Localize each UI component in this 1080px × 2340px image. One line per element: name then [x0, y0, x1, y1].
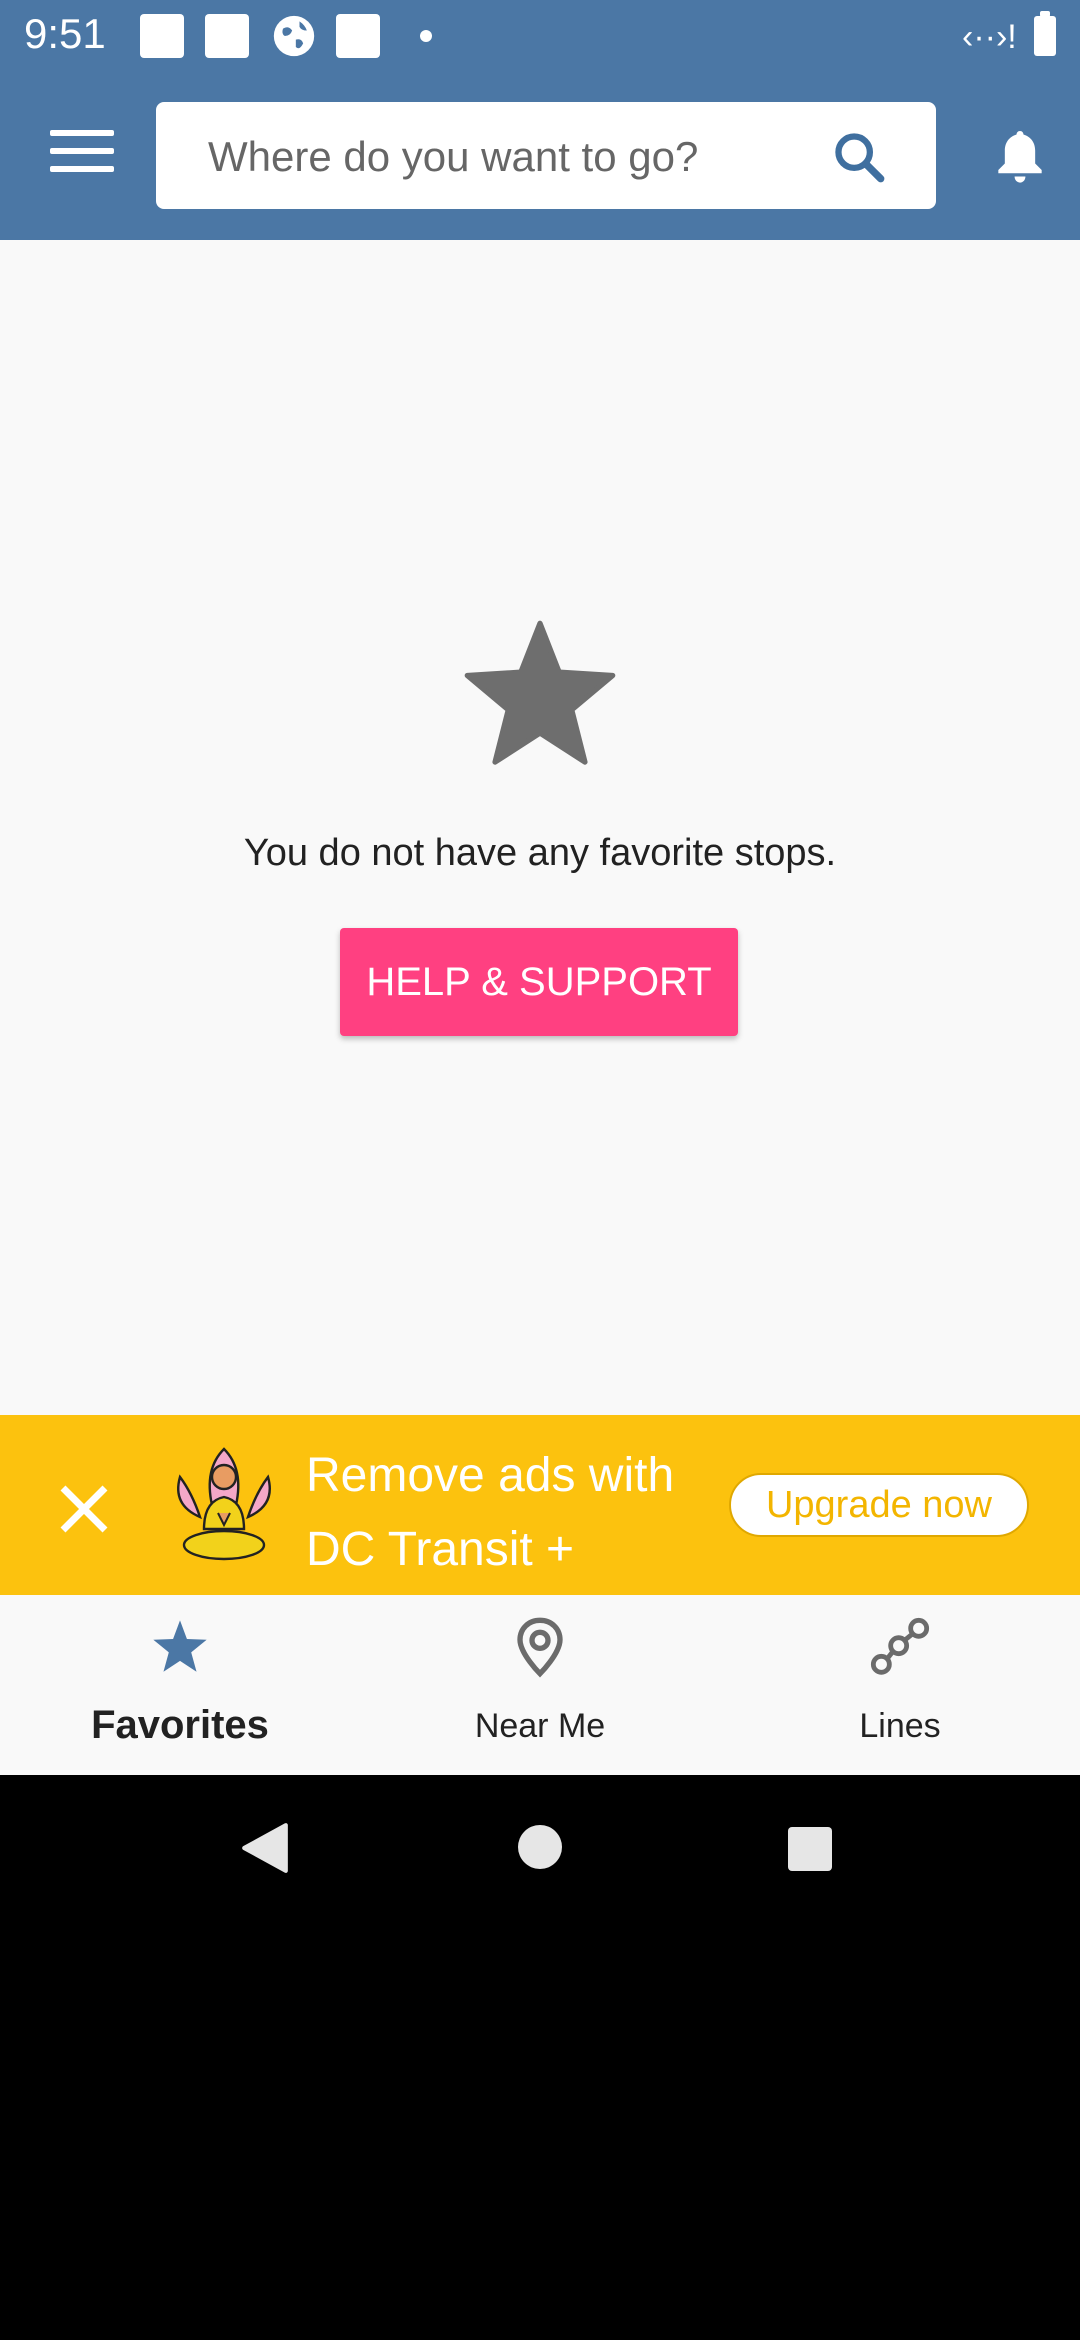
menu-icon[interactable]: [50, 130, 114, 180]
ad-banner[interactable]: Remove ads with DC Transit + Upgrade now: [0, 1415, 1080, 1595]
nav-label-near-me: Near Me: [474, 1707, 606, 1745]
ad-text-line2: DC Transit +: [306, 1523, 575, 1576]
upgrade-now-button[interactable]: Upgrade now: [729, 1473, 1029, 1537]
location-pin-icon: [517, 1617, 563, 1678]
search-icon[interactable]: [830, 128, 888, 186]
status-time: 9:51: [24, 10, 106, 57]
meditation-illustration: [177, 1447, 271, 1561]
ad-message: Remove ads with DC Transit +: [306, 1439, 746, 1587]
search-bar[interactable]: [156, 102, 936, 209]
more-notifications-dot: [420, 30, 432, 42]
nav-near-me[interactable]: Near Me: [360, 1595, 720, 1775]
nav-label-lines: Lines: [859, 1707, 941, 1745]
nav-label-favorites: Favorites: [91, 1703, 269, 1747]
notification-icon: [140, 14, 184, 58]
favorites-content: You do not have any favorite stops. HELP…: [0, 240, 1080, 1415]
app-bar: [0, 75, 1080, 240]
notification-icon: [336, 14, 380, 58]
close-icon[interactable]: [56, 1481, 112, 1537]
recent-apps-icon[interactable]: [788, 1827, 832, 1871]
lines-network-icon: [870, 1617, 930, 1675]
bottom-navigation: Favorites Near Me Lines: [0, 1595, 1080, 1775]
star-icon: [153, 1620, 207, 1672]
home-icon[interactable]: [518, 1825, 562, 1869]
bell-icon[interactable]: [994, 125, 1046, 189]
battery-icon: [1034, 11, 1056, 56]
empty-state-message: You do not have any favorite stops.: [243, 832, 837, 874]
nav-favorites[interactable]: Favorites: [0, 1595, 360, 1775]
nav-lines[interactable]: Lines: [720, 1595, 1080, 1775]
system-navigation-bar: [0, 1775, 1080, 2340]
search-input[interactable]: [206, 126, 810, 188]
globe-icon: [273, 15, 315, 57]
help-support-button[interactable]: HELP & SUPPORT: [340, 928, 738, 1036]
notification-icon: [205, 14, 249, 58]
status-bar: 9:51 ‹··›!: [0, 0, 1080, 75]
star-icon: [464, 620, 616, 765]
ad-text-line1: Remove ads with: [306, 1449, 675, 1502]
network-icon: ‹··›!: [962, 18, 1017, 56]
back-icon[interactable]: [240, 1821, 290, 1875]
